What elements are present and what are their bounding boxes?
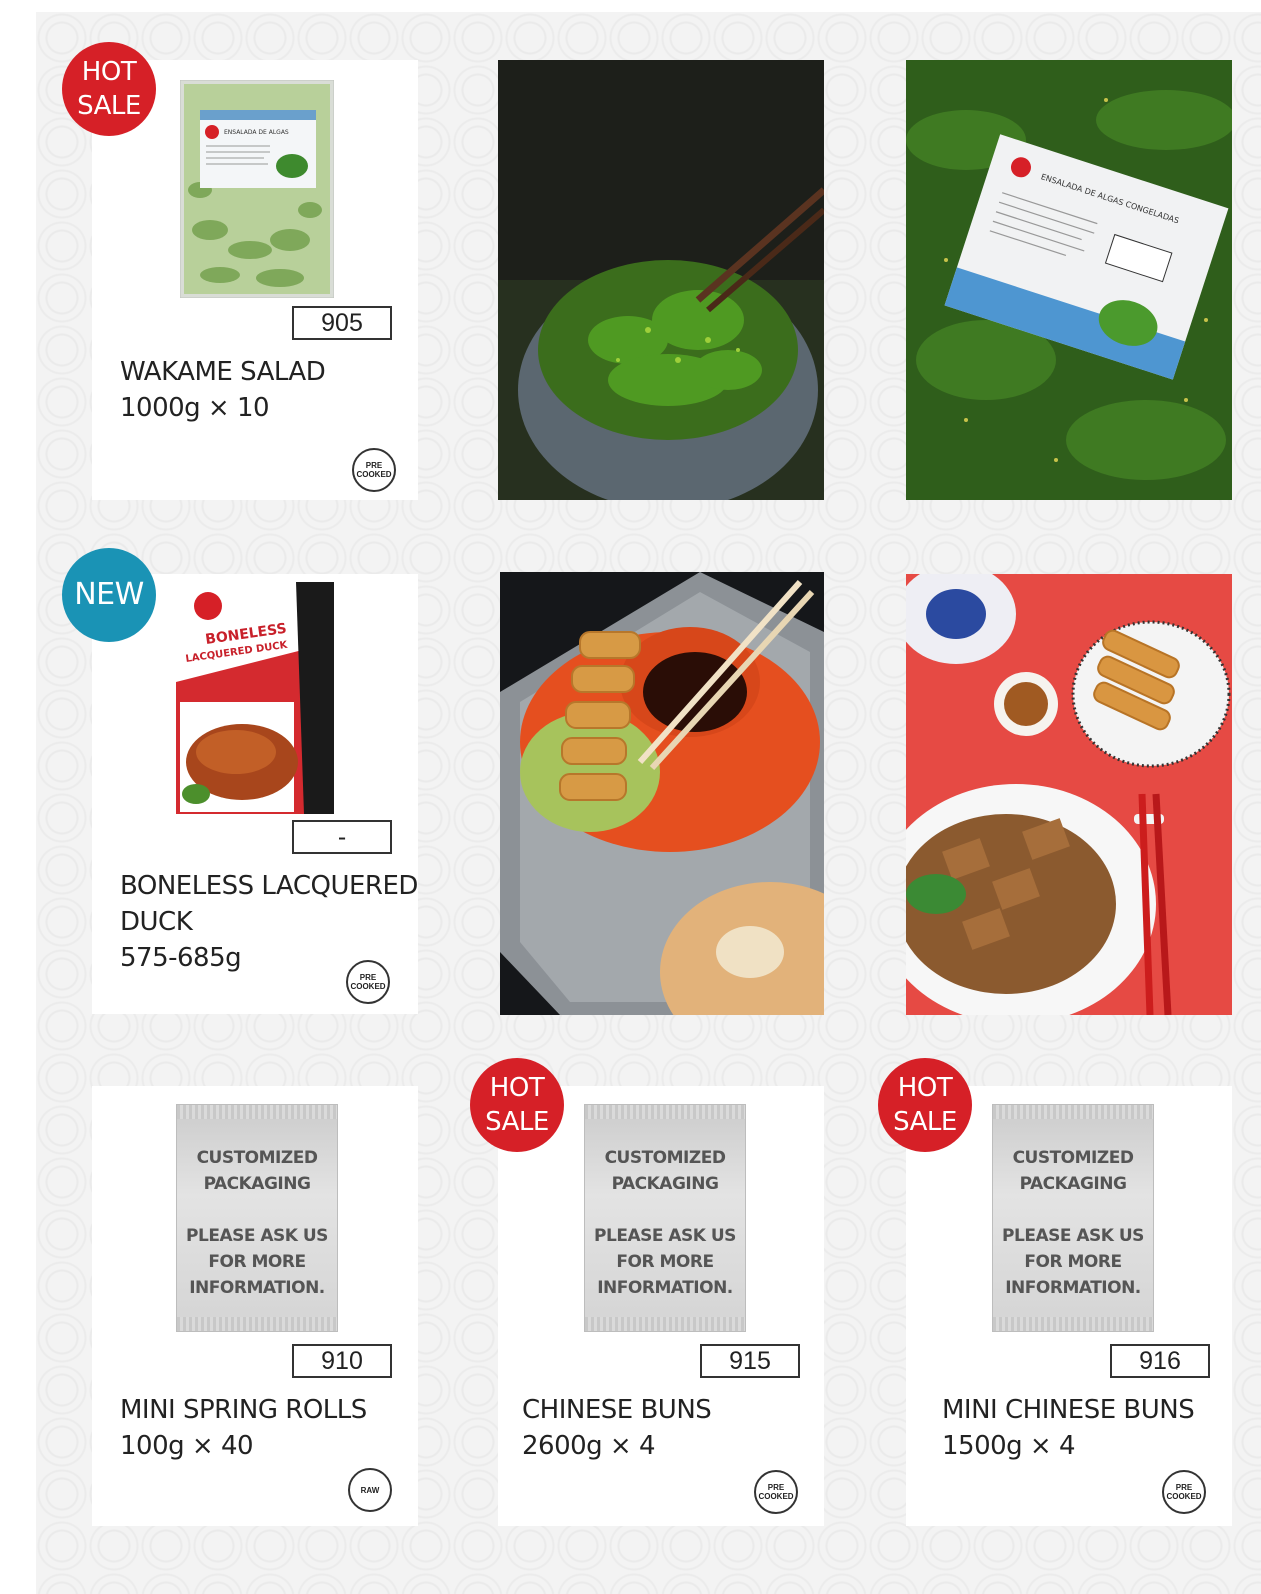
spring-rolls-plate-photo xyxy=(500,572,824,1015)
wakame-salad-bowl-photo xyxy=(498,60,824,500)
pre-cooked-stamp: PRE COOKED xyxy=(346,960,390,1004)
wakame-package-photo: ENSALADA DE ALGAS CONGELADAS xyxy=(906,60,1232,500)
product-weight: 575-685g xyxy=(120,943,242,973)
packaging-text: CUSTOMIZED PACKAGING xyxy=(604,1148,726,1194)
pre-cooked-stamp: PRE COOKED xyxy=(1162,1470,1206,1514)
packaging-text: PLEASE ASK US FOR MORE INFORMATION. xyxy=(594,1226,736,1298)
product-weight: 100g × 40 xyxy=(120,1431,254,1461)
product-card-chinese-buns[interactable]: CUSTOMIZED PACKAGING PLEASE ASK US FOR MOR… xyxy=(498,1086,824,1526)
product-name: BONELESS LACQUERED DUCK xyxy=(120,871,418,937)
product-card-wakame-salad[interactable]: ENSALADA DE ALGAS 905 WAKAME SALAD 1000g… xyxy=(92,60,418,500)
product-card-boneless-lacquered-duck[interactable]: BONELESS LACQUERED DUCK - BONELESS LACQU… xyxy=(92,574,418,1014)
customized-packaging-placeholder: CUSTOMIZED PACKAGING PLEASE ASK US FOR MOR… xyxy=(584,1104,746,1332)
customized-packaging-placeholder: CUSTOMIZED PACKAGING PLEASE ASK US FOR MOR… xyxy=(176,1104,338,1332)
product-name: CHINESE BUNS xyxy=(522,1395,712,1425)
product-code: 905 xyxy=(292,306,392,340)
product-weight: 1000g × 10 xyxy=(120,393,270,423)
badge-line: SALE xyxy=(893,1107,957,1137)
duck-package-image: BONELESS LACQUERED DUCK xyxy=(176,582,334,814)
product-code: 910 xyxy=(292,1344,392,1378)
badge-line: NEW xyxy=(74,577,144,612)
customized-packaging-placeholder: CUSTOMIZED PACKAGING PLEASE ASK US FOR MOR… xyxy=(992,1104,1154,1332)
packaging-text: PLEASE ASK US FOR MORE INFORMATION. xyxy=(186,1226,328,1298)
product-card-mini-spring-rolls[interactable]: CUSTOMIZED PACKAGING PLEASE ASK US FOR MOR… xyxy=(92,1086,418,1526)
product-name: MINI CHINESE BUNS xyxy=(942,1395,1195,1425)
hot-sale-badge: HOT SALE xyxy=(62,42,156,136)
product-name: WAKAME SALAD xyxy=(120,357,326,387)
packaging-text: CUSTOMIZED PACKAGING xyxy=(1012,1148,1134,1194)
product-code: - xyxy=(292,820,392,854)
product-code: 915 xyxy=(700,1344,800,1378)
badge-line: HOT xyxy=(81,57,137,87)
pre-cooked-stamp: PRE COOKED xyxy=(352,448,396,492)
badge-line: SALE xyxy=(485,1107,549,1137)
product-card-mini-chinese-buns[interactable]: CUSTOMIZED PACKAGING PLEASE ASK US FOR MOR… xyxy=(906,1086,1232,1526)
packaging-text: CUSTOMIZED PACKAGING xyxy=(196,1148,318,1194)
package-label: ENSALADA DE ALGAS xyxy=(224,129,289,136)
product-weight: 1500g × 4 xyxy=(942,1431,1076,1461)
product-name: MINI SPRING ROLLS xyxy=(120,1395,367,1425)
hot-sale-badge: HOT SALE xyxy=(470,1058,564,1152)
hot-sale-badge: HOT SALE xyxy=(878,1058,972,1152)
new-badge: NEW xyxy=(62,548,156,642)
raw-stamp: RAW xyxy=(348,1468,392,1512)
wakame-package-image: ENSALADA DE ALGAS xyxy=(180,80,334,298)
pre-cooked-stamp: PRE COOKED xyxy=(754,1470,798,1514)
catalog-page: HOT SALE ENSALADA DE ALGAS 905 WAKAME SA… xyxy=(36,12,1261,1594)
lacquered-duck-table-photo xyxy=(906,574,1232,1015)
product-code: 916 xyxy=(1110,1344,1210,1378)
badge-line: SALE xyxy=(77,91,141,121)
badge-line: HOT xyxy=(489,1073,545,1103)
badge-line: HOT xyxy=(897,1073,953,1103)
product-weight: 2600g × 4 xyxy=(522,1431,656,1461)
packaging-text: PLEASE ASK US FOR MORE INFORMATION. xyxy=(1002,1226,1144,1298)
